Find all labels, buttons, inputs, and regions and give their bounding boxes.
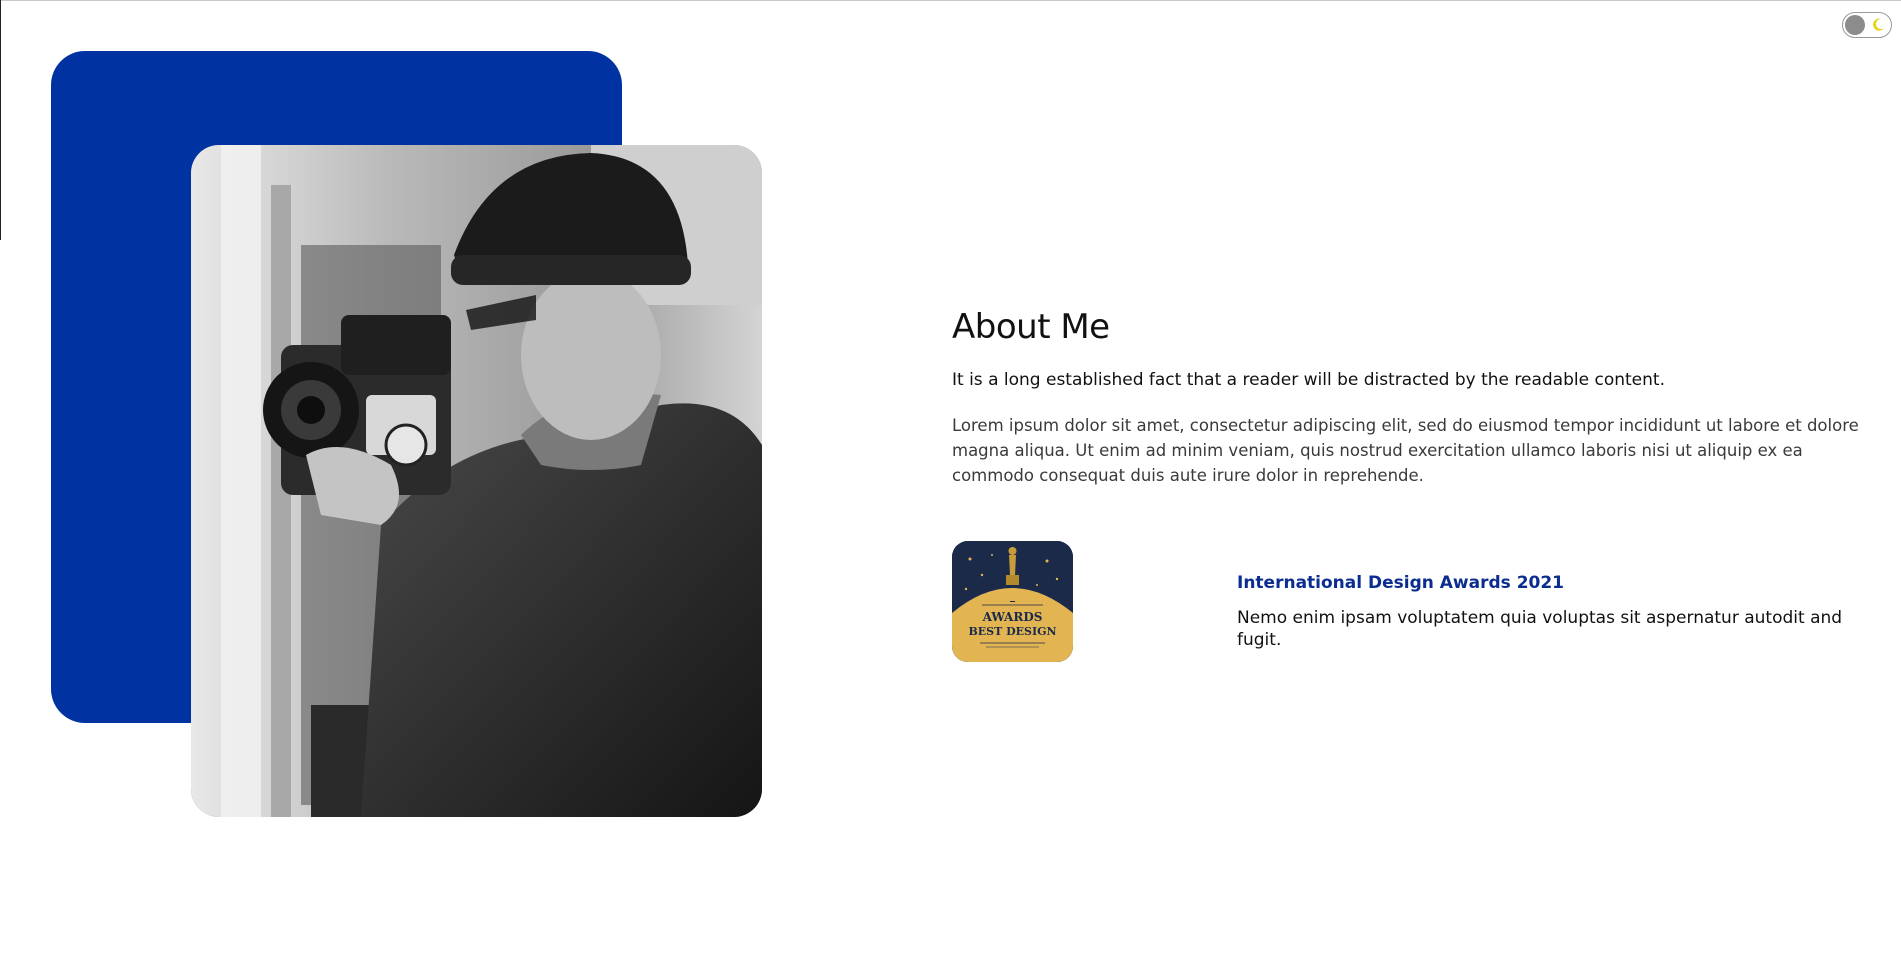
about-lead-text: It is a long established fact that a rea… xyxy=(952,370,1665,390)
toggle-knob xyxy=(1845,15,1865,35)
about-section: About Me It is a long established fact t… xyxy=(952,306,1887,488)
award-badge: AWARDS BEST DESIGN xyxy=(952,541,1073,662)
about-title: About Me xyxy=(952,307,1110,347)
left-edge-line xyxy=(0,0,1,240)
award-title: International Design Awards 2021 xyxy=(1237,573,1565,593)
award-info: International Design Awards 2021 Nemo en… xyxy=(1237,572,1887,651)
moon-icon xyxy=(1873,18,1884,31)
profile-photo xyxy=(191,145,762,817)
award-badge-line1: AWARDS xyxy=(982,610,1043,624)
top-border xyxy=(0,0,1901,1)
theme-toggle[interactable] xyxy=(1842,12,1892,38)
award-badge-line2: BEST DESIGN xyxy=(968,625,1056,638)
about-body-text: Lorem ipsum dolor sit amet, consectetur … xyxy=(952,416,1859,485)
award-description: Nemo enim ipsam voluptatem quia voluptas… xyxy=(1237,608,1843,650)
